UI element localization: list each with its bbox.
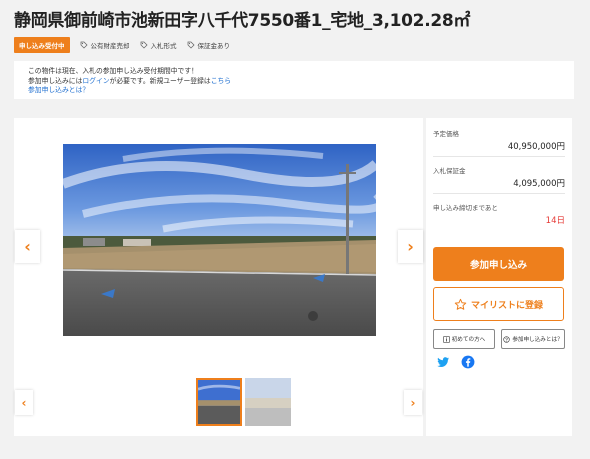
facebook-share-button[interactable]	[461, 355, 475, 369]
page-title: 静岡県御前崎市池新田字八千代7550番1_宅地_3,102.28㎡	[14, 11, 471, 31]
deposit-value: 4,095,000円	[513, 179, 565, 189]
notice-line-1: この物件は現在、入札の参加申し込み受付期間中です！	[28, 67, 198, 75]
auction-sidebar: 予定価格 40,950,000円 入札保証金 4,095,000円 申し込み締切…	[426, 118, 572, 436]
thumb-prev-button[interactable]: ‹	[15, 390, 33, 415]
twitter-icon	[437, 357, 450, 367]
beginner-guide-label: 初めての方へ	[451, 337, 486, 343]
notice-text: が必要です。新規ユーザー登録は	[109, 76, 211, 85]
deadline-label: 申し込み締切まであと	[433, 204, 498, 212]
question-icon	[503, 335, 510, 343]
divider	[433, 193, 565, 194]
add-to-mylist-label: マイリストに登録	[470, 300, 543, 311]
beginner-guide-button[interactable]: 初めての方へ	[433, 329, 495, 349]
add-to-mylist-button[interactable]: マイリストに登録	[433, 287, 564, 321]
tag-label: 保証金あり	[197, 42, 231, 50]
what-is-apply-label: 参加申し込みとは？	[512, 337, 563, 343]
apply-button[interactable]: 参加申し込み	[433, 247, 564, 281]
thumb-next-button[interactable]: ›	[404, 390, 422, 415]
photo-prev-button[interactable]: ‹	[15, 230, 40, 263]
photo-next-button[interactable]: ›	[398, 230, 423, 263]
deadline-value: 14日	[545, 216, 565, 226]
tag-label: 入札形式	[150, 42, 177, 50]
main-photo[interactable]	[63, 144, 376, 336]
twitter-share-button[interactable]	[436, 355, 450, 369]
tag-icon	[187, 41, 195, 49]
price-value: 40,950,000円	[507, 142, 565, 152]
tag-row: 申し込み受付中 公有財産売却 入札形式 保証金あり	[14, 37, 230, 53]
help-link[interactable]: 参加申し込みとは？	[28, 86, 560, 96]
tag-icon	[80, 41, 88, 49]
divider	[433, 156, 565, 157]
status-badge: 申し込み受付中	[14, 37, 70, 53]
facebook-icon	[461, 355, 475, 369]
notice-line-2: 参加申し込みにはログインが必要です。新規ユーザー登録はこちら	[28, 77, 560, 87]
thumbnail-1[interactable]	[196, 378, 242, 426]
photo-gallery: ‹ › ‹ ›	[14, 118, 423, 436]
what-is-apply-button[interactable]: 参加申し込みとは？	[501, 329, 565, 349]
thumbnail-2[interactable]	[245, 378, 291, 426]
register-link[interactable]: こちら	[211, 77, 231, 85]
notice-box: この物件は現在、入札の参加申し込み受付期間中です！ 参加申し込みにはログインが必…	[14, 61, 574, 99]
price-label: 予定価格	[433, 130, 459, 138]
info-icon	[442, 335, 450, 343]
tag-bidding[interactable]: 入札形式	[140, 40, 177, 50]
login-link[interactable]: ログイン	[82, 77, 109, 85]
tag-label: 公有財産売却	[90, 42, 130, 50]
star-icon	[454, 298, 467, 310]
tag-public-property[interactable]: 公有財産売却	[80, 40, 130, 50]
deposit-label: 入札保証金	[433, 167, 466, 175]
notice-text: 参加申し込みには	[28, 76, 83, 85]
tag-deposit[interactable]: 保証金あり	[187, 40, 231, 50]
tag-icon	[140, 41, 148, 49]
